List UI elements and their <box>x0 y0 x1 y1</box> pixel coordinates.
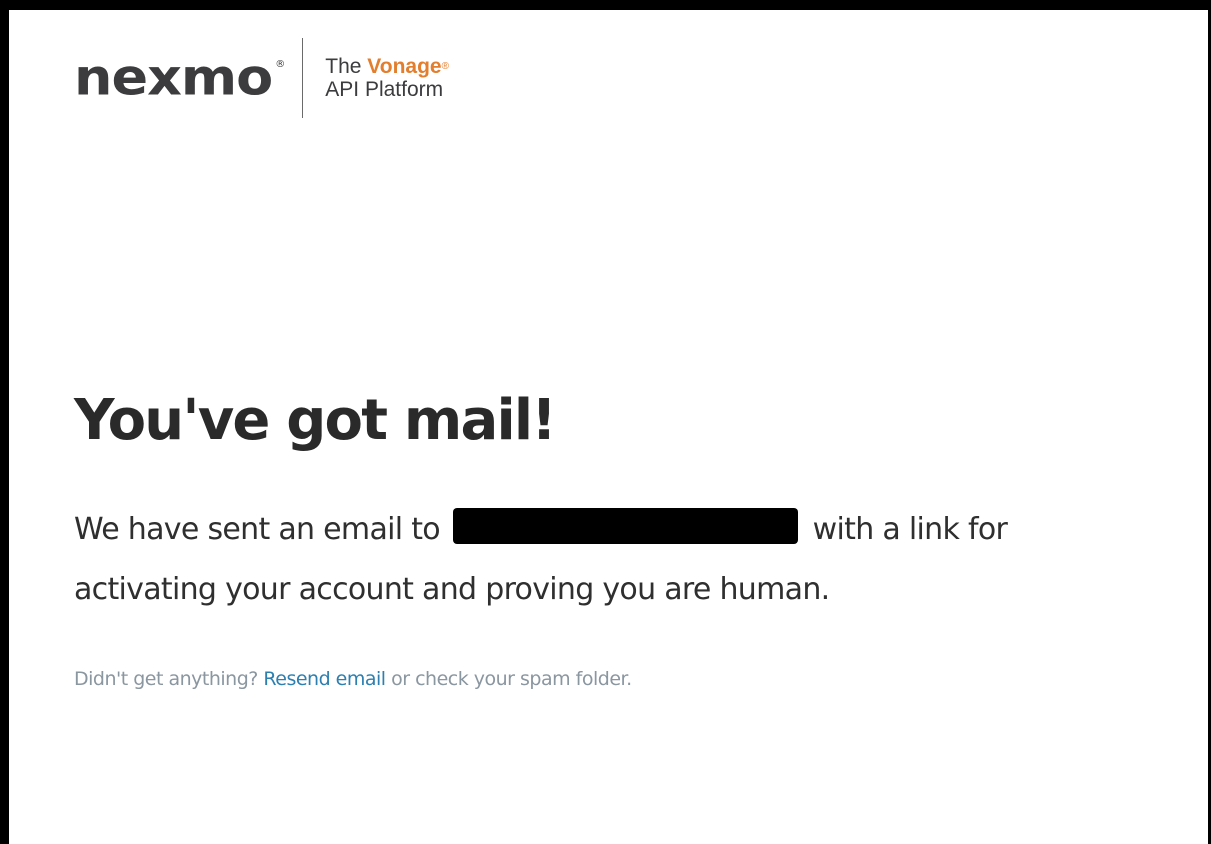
page-title: You've got mail! <box>74 388 557 453</box>
resend-email-link[interactable]: Resend email <box>263 668 386 690</box>
message-before: We have sent an email to <box>74 512 441 547</box>
help-before: Didn't get anything? <box>74 668 258 690</box>
confirmation-message: We have sent an email to with a link for… <box>74 500 1154 620</box>
help-after: or check your spam folder. <box>391 668 632 690</box>
tagline-brand-registered: ® <box>441 61 449 72</box>
redacted-email <box>452 508 798 544</box>
logo-tagline: The Vonage® API Platform <box>325 55 449 101</box>
nexmo-logo[interactable]: nexmo ® The Vonage® API Platform <box>74 38 449 118</box>
logo-registered-mark: ® <box>275 59 285 70</box>
tagline-suffix: API Platform <box>325 78 444 101</box>
tagline-brand: Vonage <box>367 55 442 78</box>
logo-text: nexmo <box>74 48 273 107</box>
logo-divider <box>302 38 304 118</box>
help-text: Didn't get anything? Resend email or che… <box>74 668 632 690</box>
tagline-prefix: The <box>325 55 362 78</box>
logo-wordmark: nexmo ® <box>74 38 285 118</box>
